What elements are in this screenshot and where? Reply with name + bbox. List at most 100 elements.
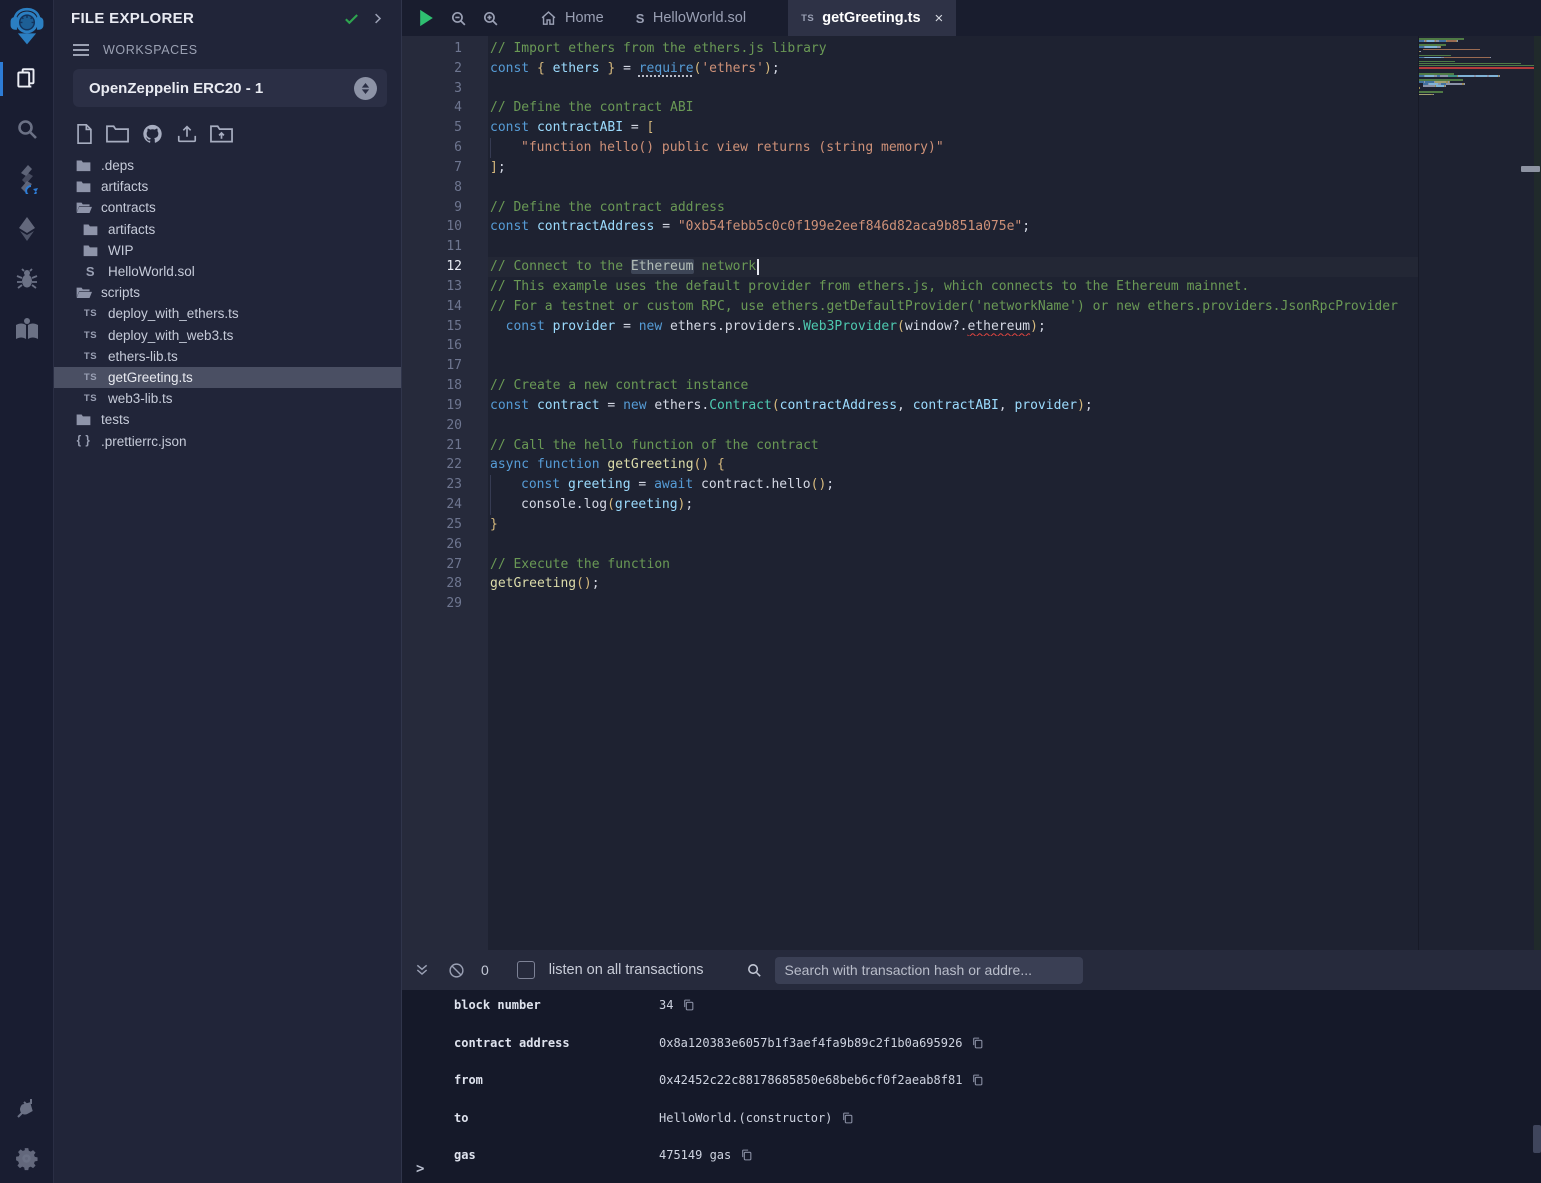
code-line-15[interactable]: 15 const provider = new ethers.providers… (402, 317, 1541, 337)
editor-scrollbar-thumb[interactable] (1521, 166, 1540, 172)
new-folder-icon[interactable] (106, 123, 129, 145)
copy-icon[interactable] (971, 1036, 984, 1050)
code-text[interactable]: // Execute the function (488, 555, 1541, 575)
new-file-icon[interactable] (75, 123, 94, 145)
code-text[interactable]: // For a testnet or custom RPC, use ethe… (488, 297, 1541, 317)
code-text[interactable]: } (488, 515, 1541, 535)
code-text[interactable]: getGreeting(); (488, 574, 1541, 594)
code-line-8[interactable]: 8 (402, 178, 1541, 198)
copy-icon[interactable] (841, 1111, 854, 1125)
file-tree-item-getgreeting-ts[interactable]: TSgetGreeting.ts (54, 367, 401, 388)
code-text[interactable]: ]; (488, 158, 1541, 178)
file-tree-item-artifacts[interactable]: artifacts (54, 176, 401, 197)
code-text[interactable] (488, 336, 1541, 356)
line-number[interactable]: 22 (402, 455, 488, 475)
clear-console-icon[interactable] (448, 962, 465, 979)
line-number[interactable]: 1 (402, 39, 488, 59)
code-line-21[interactable]: 21// Call the hello function of the cont… (402, 436, 1541, 456)
chevron-right-icon[interactable] (370, 11, 385, 26)
search-icon[interactable] (0, 104, 53, 154)
code-line-4[interactable]: 4// Define the contract ABI (402, 98, 1541, 118)
code-line-5[interactable]: 5const contractABI = [ (402, 118, 1541, 138)
line-number[interactable]: 26 (402, 535, 488, 555)
code-text[interactable]: console.log(greeting); (488, 495, 1541, 515)
line-number[interactable]: 25 (402, 515, 488, 535)
code-text[interactable]: const contractAddress = "0xb54febb5c0c0f… (488, 217, 1541, 237)
file-tree-item-artifacts[interactable]: artifacts (54, 219, 401, 240)
copy-icon[interactable] (740, 1148, 753, 1162)
editor-minimap[interactable] (1418, 36, 1534, 950)
deploy-run-icon[interactable] (0, 204, 53, 254)
code-line-16[interactable]: 16 (402, 336, 1541, 356)
terminal-expand-icon[interactable] (414, 962, 430, 978)
line-number[interactable]: 2 (402, 59, 488, 79)
code-line-28[interactable]: 28getGreeting(); (402, 574, 1541, 594)
upload-folder-icon[interactable] (210, 123, 233, 145)
code-line-26[interactable]: 26 (402, 535, 1541, 555)
tab-getgreeting-ts[interactable]: TSgetGreeting.ts× (788, 0, 956, 36)
code-text[interactable]: "function hello() public view returns (s… (488, 138, 1541, 158)
line-number[interactable]: 19 (402, 396, 488, 416)
run-icon[interactable] (410, 0, 442, 36)
code-line-24[interactable]: 24console.log(greeting); (402, 495, 1541, 515)
line-number[interactable]: 27 (402, 555, 488, 575)
terminal-prompt[interactable]: > (416, 1161, 424, 1177)
file-tree-item-helloworld-sol[interactable]: SHelloWorld.sol (54, 261, 401, 282)
line-number[interactable]: 12 (402, 257, 488, 277)
code-text[interactable]: // Call the hello function of the contra… (488, 436, 1541, 456)
code-text[interactable]: const { ethers } = require('ethers'); (488, 59, 1541, 79)
upload-file-icon[interactable] (176, 123, 198, 145)
terminal-search-input[interactable] (775, 957, 1083, 984)
code-text[interactable] (488, 237, 1541, 257)
code-line-25[interactable]: 25} (402, 515, 1541, 535)
code-line-20[interactable]: 20 (402, 416, 1541, 436)
file-tree-item-web3-lib-ts[interactable]: TSweb3-lib.ts (54, 388, 401, 409)
code-text[interactable]: const contractABI = [ (488, 118, 1541, 138)
learneth-icon[interactable] (0, 304, 53, 354)
code-text[interactable] (488, 416, 1541, 436)
debugger-icon[interactable] (0, 254, 53, 304)
line-number[interactable]: 14 (402, 297, 488, 317)
file-explorer-icon[interactable] (0, 54, 53, 104)
line-number[interactable]: 17 (402, 356, 488, 376)
code-line-27[interactable]: 27// Execute the function (402, 555, 1541, 575)
copy-icon[interactable] (682, 998, 695, 1012)
code-line-17[interactable]: 17 (402, 356, 1541, 376)
code-line-1[interactable]: 1// Import ethers from the ethers.js lib… (402, 39, 1541, 59)
code-line-12[interactable]: 12// Connect to the Ethereum network (402, 257, 1541, 277)
code-text[interactable]: // Define the contract address (488, 198, 1541, 218)
code-text[interactable] (488, 79, 1541, 99)
check-icon[interactable] (343, 10, 360, 27)
line-number[interactable]: 10 (402, 217, 488, 237)
line-number[interactable]: 13 (402, 277, 488, 297)
code-line-11[interactable]: 11 (402, 237, 1541, 257)
code-text[interactable] (488, 535, 1541, 555)
code-line-29[interactable]: 29 (402, 594, 1541, 614)
file-tree-item-scripts[interactable]: scripts (54, 282, 401, 303)
hamburger-menu-icon[interactable] (72, 43, 90, 57)
line-number[interactable]: 23 (402, 475, 488, 495)
line-number[interactable]: 15 (402, 317, 488, 337)
file-tree-item-contracts[interactable]: contracts (54, 197, 401, 218)
line-number[interactable]: 16 (402, 336, 488, 356)
line-number[interactable]: 20 (402, 416, 488, 436)
solidity-compiler-icon[interactable] (0, 154, 53, 204)
line-number[interactable]: 8 (402, 178, 488, 198)
copy-icon[interactable] (971, 1073, 984, 1087)
code-text[interactable] (488, 356, 1541, 376)
terminal-scrollbar-thumb[interactable] (1533, 1125, 1541, 1153)
code-text[interactable] (488, 594, 1541, 614)
settings-icon[interactable] (0, 1133, 53, 1183)
line-number[interactable]: 29 (402, 594, 488, 614)
workspace-select[interactable]: OpenZeppelin ERC20 - 1 (73, 69, 387, 107)
code-line-3[interactable]: 3 (402, 79, 1541, 99)
file-tree-item--prettierrc-json[interactable]: { }.prettierrc.json (54, 430, 401, 451)
code-line-23[interactable]: 23const greeting = await contract.hello(… (402, 475, 1541, 495)
line-number[interactable]: 24 (402, 495, 488, 515)
file-tree-item-deploy-with-web3-ts[interactable]: TSdeploy_with_web3.ts (54, 325, 401, 346)
code-text[interactable]: const provider = new ethers.providers.We… (488, 317, 1541, 337)
tab-home[interactable]: Home (524, 0, 620, 36)
code-line-9[interactable]: 9// Define the contract address (402, 198, 1541, 218)
code-text[interactable] (488, 178, 1541, 198)
code-line-6[interactable]: 6"function hello() public view returns (… (402, 138, 1541, 158)
